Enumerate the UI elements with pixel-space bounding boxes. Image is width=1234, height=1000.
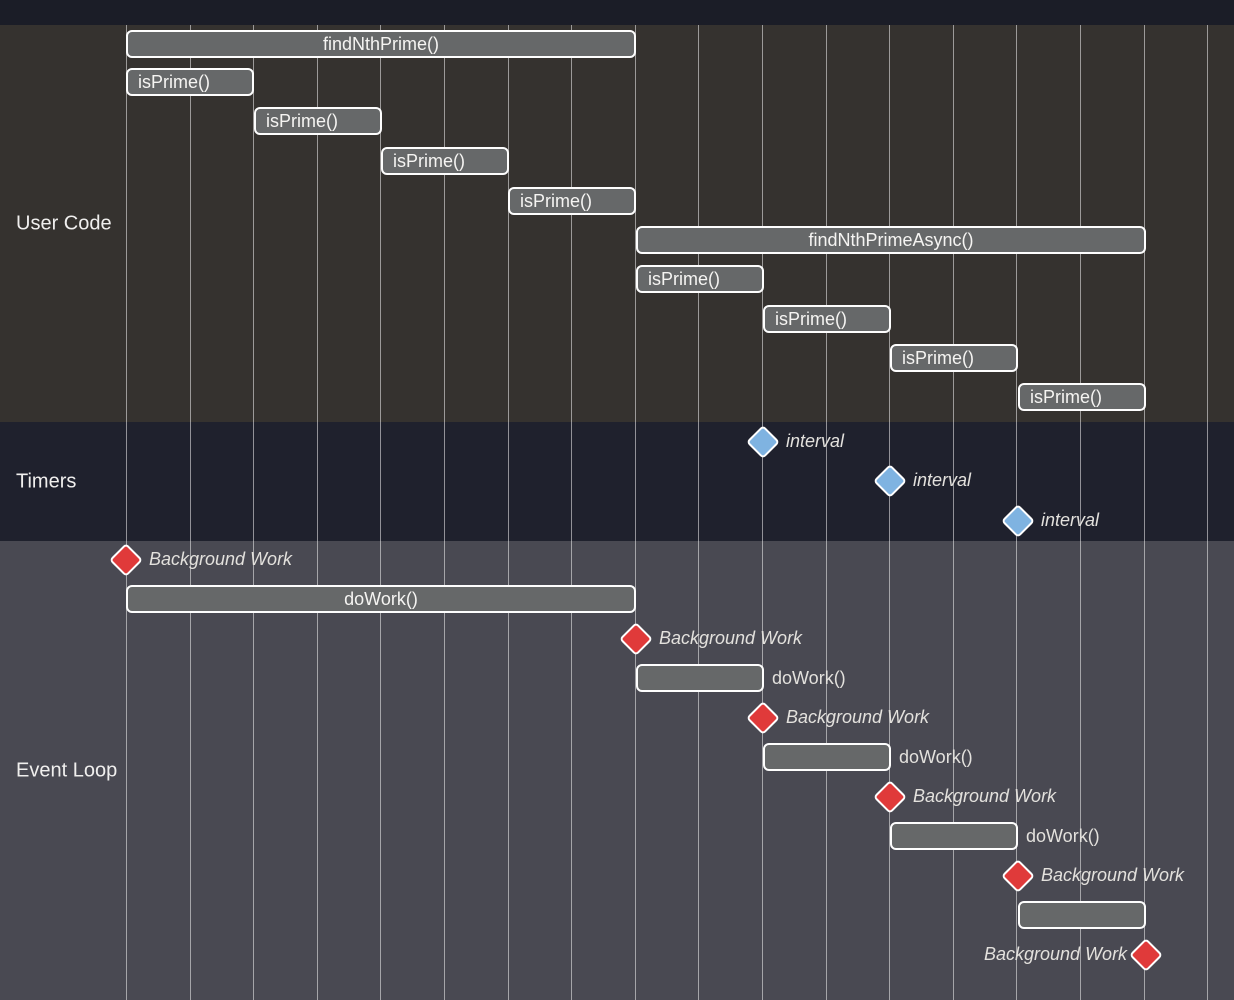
lane-label-event-loop: Event Loop [16, 759, 117, 782]
milestone-bgwork-0-label: Background Work [149, 549, 292, 570]
milestone-interval-3-label: interval [1041, 510, 1099, 531]
bar-doWork-0[interactable]: doWork() [126, 585, 636, 613]
bar-doWork-3-trailing-label: doWork() [1026, 826, 1100, 847]
bar-isPrime-1[interactable]: isPrime() [126, 68, 254, 96]
milestone-bgwork-1-label: Background Work [659, 628, 802, 649]
milestone-bgwork-3-label: Background Work [913, 786, 1056, 807]
bar-doWork-4[interactable] [1018, 901, 1146, 929]
milestone-bgwork-2-label: Background Work [786, 707, 929, 728]
lane-label-timers: Timers [16, 470, 76, 493]
bar-isPrime-2[interactable]: isPrime() [254, 107, 382, 135]
bar-doWork-2-trailing-label: doWork() [899, 747, 973, 768]
milestone-interval-2-label: interval [913, 470, 971, 491]
bar-isPrime-a3[interactable]: isPrime() [890, 344, 1018, 372]
bar-doWork-3[interactable] [890, 822, 1018, 850]
bar-findNthPrimeAsync[interactable]: findNthPrimeAsync() [636, 226, 1146, 254]
milestone-interval-1-label: interval [786, 431, 844, 452]
bar-isPrime-a2[interactable]: isPrime() [763, 305, 891, 333]
bar-doWork-2[interactable] [763, 743, 891, 771]
lane-label-user-code: User Code [16, 212, 112, 235]
bar-isPrime-3[interactable]: isPrime() [381, 147, 509, 175]
milestone-bgwork-4-label: Background Work [1041, 865, 1184, 886]
bar-doWork-1-trailing-label: doWork() [772, 668, 846, 689]
milestone-bgwork-5-label: Background Work [984, 944, 1127, 965]
bar-isPrime-a1[interactable]: isPrime() [636, 265, 764, 293]
bar-findNthPrime[interactable]: findNthPrime() [126, 30, 636, 58]
bar-isPrime-4[interactable]: isPrime() [508, 187, 636, 215]
bar-isPrime-a4[interactable]: isPrime() [1018, 383, 1146, 411]
bar-doWork-1[interactable] [636, 664, 764, 692]
